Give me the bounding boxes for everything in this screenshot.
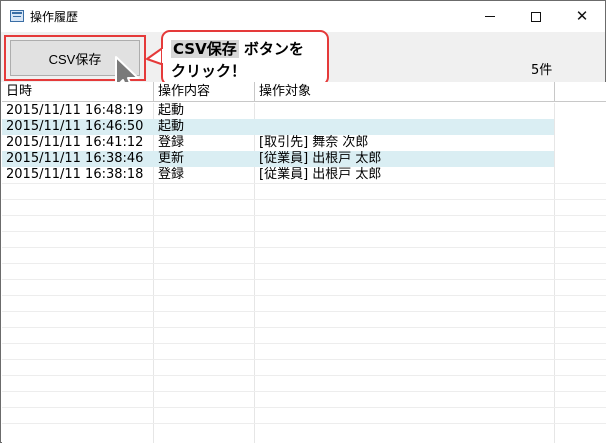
grid-line: [2, 215, 606, 216]
cell-operation: 起動: [158, 119, 185, 134]
close-icon: ✕: [575, 7, 589, 25]
table-row[interactable]: 2015/11/11 16:41:12 登録 [取引先] 舞奈 次郎: [2, 135, 554, 151]
minimize-button[interactable]: [467, 1, 513, 32]
grid-line: [2, 247, 606, 248]
callout-line-1: CSV保存 ボタンを: [171, 38, 304, 59]
grid-line: [2, 311, 606, 312]
column-header-target[interactable]: 操作対象: [255, 82, 555, 102]
table-row[interactable]: 2015/11/11 16:38:18 登録 [従業員] 出根戸 太郎: [2, 167, 554, 183]
window-title: 操作履歴: [30, 10, 79, 24]
table-row[interactable]: 2015/11/11 16:46:50 起動: [2, 119, 554, 135]
operation-history-window: 操作履歴 ✕ CSV保存 5件 CSV保存 ボタンを クリック！ 日時 操作内容…: [0, 0, 606, 443]
grid-line: [2, 183, 606, 184]
cell-operation: 起動: [158, 103, 185, 118]
table-row[interactable]: 2015/11/11 16:38:46 更新 [従業員] 出根戸 太郎: [2, 151, 554, 167]
grid-line: [2, 279, 606, 280]
cell-target: [従業員] 出根戸 太郎: [259, 151, 382, 166]
grid-line: [2, 199, 606, 200]
grid-line: [2, 343, 606, 344]
record-count: 5件: [531, 63, 553, 78]
grid-line: [2, 231, 606, 232]
table-body: 2015/11/11 16:48:19 起動 2015/11/11 16:46:…: [2, 103, 606, 183]
title-bar[interactable]: 操作履歴 ✕: [1, 1, 605, 32]
column-header-operation[interactable]: 操作内容: [154, 82, 255, 102]
cell-operation: 登録: [158, 167, 185, 182]
cell-datetime: 2015/11/11 16:46:50: [6, 119, 144, 134]
callout-highlight: CSV保存: [171, 40, 239, 58]
callout-line-1-rest: ボタンを: [238, 40, 304, 58]
cell-operation: 登録: [158, 135, 185, 150]
minimize-icon: [485, 16, 495, 17]
grid-line: [2, 407, 606, 408]
column-header-filler: [555, 82, 606, 102]
grid-line: [2, 375, 606, 376]
cell-operation: 更新: [158, 151, 185, 166]
grid-line: [2, 327, 606, 328]
column-header-datetime[interactable]: 日時: [2, 82, 154, 102]
history-table[interactable]: 日時 操作内容 操作対象 2015/11/11 16:48:19 起動 2015…: [2, 82, 606, 443]
grid-line: [2, 359, 606, 360]
maximize-icon: [531, 11, 541, 22]
grid-line: [2, 391, 606, 392]
cell-datetime: 2015/11/11 16:38:46: [6, 151, 144, 166]
table-header: 日時 操作内容 操作対象: [2, 82, 606, 102]
grid-line: [2, 263, 606, 264]
cell-target: [255, 119, 554, 135]
app-window-icon: [10, 10, 24, 22]
table-row[interactable]: 2015/11/11 16:48:19 起動: [2, 103, 554, 119]
instruction-callout: CSV保存 ボタンを クリック！: [161, 30, 329, 86]
grid-line: [2, 423, 606, 424]
cell-datetime: 2015/11/11 16:48:19: [6, 103, 144, 118]
close-button[interactable]: ✕: [559, 1, 605, 32]
callout-line-2: クリック！: [171, 62, 247, 80]
cell-target: [255, 103, 554, 119]
maximize-button[interactable]: [513, 1, 559, 32]
grid-line: [2, 295, 606, 296]
cell-datetime: 2015/11/11 16:38:18: [6, 167, 144, 182]
cell-datetime: 2015/11/11 16:41:12: [6, 135, 144, 150]
cell-target: [従業員] 出根戸 太郎: [259, 167, 382, 182]
cell-target: [取引先] 舞奈 次郎: [259, 135, 369, 150]
